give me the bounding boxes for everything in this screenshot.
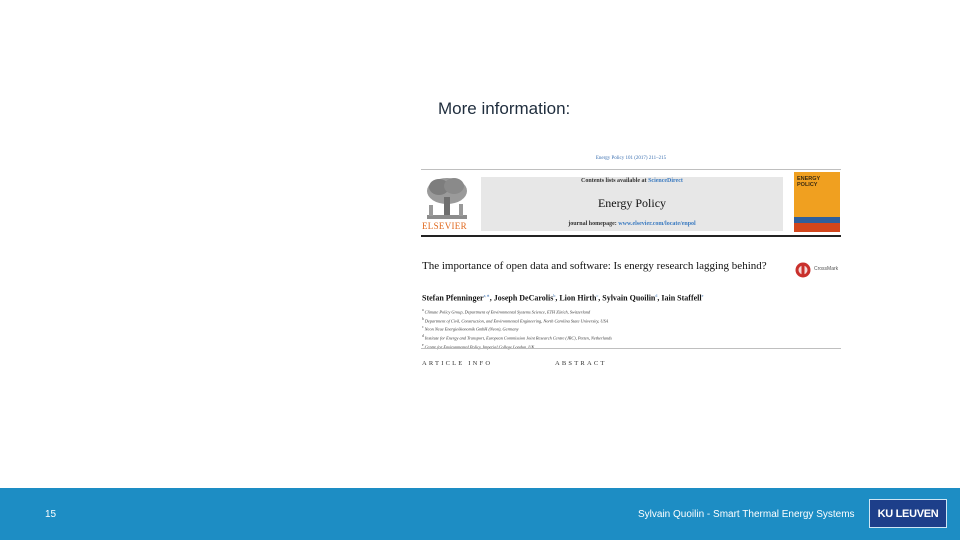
affiliation-item: d Institute for Energy and Transport, Eu… <box>422 333 832 342</box>
sciencedirect-link[interactable]: ScienceDirect <box>648 178 683 184</box>
cover-stripe-red <box>794 223 840 232</box>
homepage-link[interactable]: www.elsevier.com/locate/enpol <box>618 221 695 227</box>
author-mark: b <box>553 293 556 298</box>
affiliation-item: a Climate Policy Group, Department of En… <box>422 307 832 316</box>
author-name[interactable]: Lion Hirth <box>559 294 596 303</box>
author-name[interactable]: Sylvain Quoilin <box>602 294 655 303</box>
ku-leuven-logo-text: KU LEUVEN <box>877 508 939 520</box>
journal-citation[interactable]: Energy Policy 101 (2017) 211–215 <box>421 156 841 161</box>
page-number: 15 <box>45 509 57 520</box>
footer-bar: 15 Sylvain Quoilin - Smart Thermal Energ… <box>0 488 960 540</box>
homepage-prefix: journal homepage: <box>568 221 617 227</box>
journal-homepage-line: journal homepage: www.elsevier.com/locat… <box>481 221 783 227</box>
affiliation-text: Climate Policy Group, Department of Envi… <box>424 309 591 315</box>
affiliation-mark: c <box>422 325 424 330</box>
abstract-label: ABSTRACT <box>555 360 607 367</box>
article-info-label: ARTICLE INFO <box>422 360 493 367</box>
contents-prefix: Contents lists available at <box>581 178 647 184</box>
affiliation-mark: e <box>422 342 424 347</box>
affiliation-text: Institute for Energy and Transport, Euro… <box>424 335 612 341</box>
slide-heading: More information: <box>438 99 571 118</box>
cover-title: ENERGY POLICY <box>797 176 821 188</box>
paper-screenshot: Energy Policy 101 (2017) 211–215 ELSEVIE… <box>421 150 841 375</box>
masthead-divider <box>421 235 841 237</box>
affiliation-list: a Climate Policy Group, Department of En… <box>422 307 832 350</box>
ku-leuven-logo: KU LEUVEN <box>869 499 947 528</box>
affiliation-text: Neon Neue Energieökonomik GmbH (Neon), G… <box>424 326 519 332</box>
elsevier-wordmark: ELSEVIER <box>422 221 467 231</box>
journal-name: Energy Policy <box>597 196 667 210</box>
author-name[interactable]: Iain Staffell <box>661 294 701 303</box>
footer-text: Sylvain Quoilin - Smart Thermal Energy S… <box>638 509 855 520</box>
affiliation-item: b Department of Civil, Construction, and… <box>422 316 832 325</box>
affiliation-mark: a <box>422 308 424 312</box>
author-mark: e <box>701 293 704 298</box>
author-mark: d <box>655 293 658 298</box>
crossmark-icon[interactable] <box>795 262 811 278</box>
section-divider <box>421 348 841 349</box>
affiliation-text: Department of Civil, Construction, and E… <box>424 318 609 324</box>
header-divider <box>421 169 841 170</box>
author-name[interactable]: Stefan Pfenninger <box>422 294 484 303</box>
author-mark: a,∗ <box>483 293 490 298</box>
contents-lists-line: Contents lists available at ScienceDirec… <box>481 178 783 184</box>
affiliation-item: c Neon Neue Energieökonomik GmbH (Neon),… <box>422 324 832 333</box>
author-list: Stefan Pfenningera,∗, Joseph DeCarolisb,… <box>422 293 704 303</box>
crossmark-label: CrossMark <box>814 266 839 272</box>
journal-banner: Contents lists available at ScienceDirec… <box>481 177 783 231</box>
article-title: The importance of open data and software… <box>422 260 767 272</box>
author-name[interactable]: Joseph DeCarolis <box>494 294 554 303</box>
journal-cover-image: ENERGY POLICY <box>794 172 840 232</box>
affiliation-mark: b <box>422 316 424 321</box>
author-mark: c <box>596 293 599 298</box>
affiliation-mark: d <box>422 333 424 338</box>
